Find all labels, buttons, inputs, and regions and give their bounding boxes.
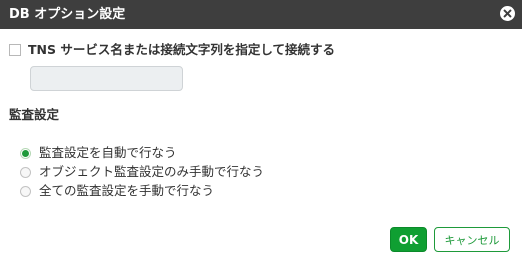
tns-option-row[interactable]: TNS サービス名または接続文字列を指定して接続する xyxy=(9,42,335,58)
close-icon-glyph xyxy=(503,9,512,18)
tns-checkbox-label: TNS サービス名または接続文字列を指定して接続する xyxy=(28,42,335,57)
audit-option-auto[interactable]: 監査設定を自動で行なう xyxy=(20,145,177,161)
dialog-titlebar: DB オプション設定 xyxy=(0,0,522,29)
audit-option-label: オブジェクト監査設定のみ手動で行なう xyxy=(39,164,265,179)
audit-option-all-manual[interactable]: 全ての監査設定を手動で行なう xyxy=(20,183,214,199)
audit-radio-object-manual[interactable] xyxy=(20,166,31,178)
audit-radio-all-manual[interactable] xyxy=(20,185,31,197)
ok-button[interactable]: OK xyxy=(390,227,427,252)
audit-radio-auto[interactable] xyxy=(20,147,31,159)
dialog-title: DB オプション設定 xyxy=(9,7,126,22)
audit-section-heading: 監査設定 xyxy=(9,107,60,122)
tns-connection-input[interactable] xyxy=(30,66,183,91)
cancel-button[interactable]: キャンセル xyxy=(434,227,510,252)
audit-option-object-manual[interactable]: オブジェクト監査設定のみ手動で行なう xyxy=(20,164,264,180)
tns-checkbox[interactable] xyxy=(9,44,21,56)
audit-option-label: 全ての監査設定を手動で行なう xyxy=(39,183,215,198)
audit-option-label: 監査設定を自動で行なう xyxy=(39,145,177,160)
close-icon[interactable] xyxy=(500,6,515,21)
